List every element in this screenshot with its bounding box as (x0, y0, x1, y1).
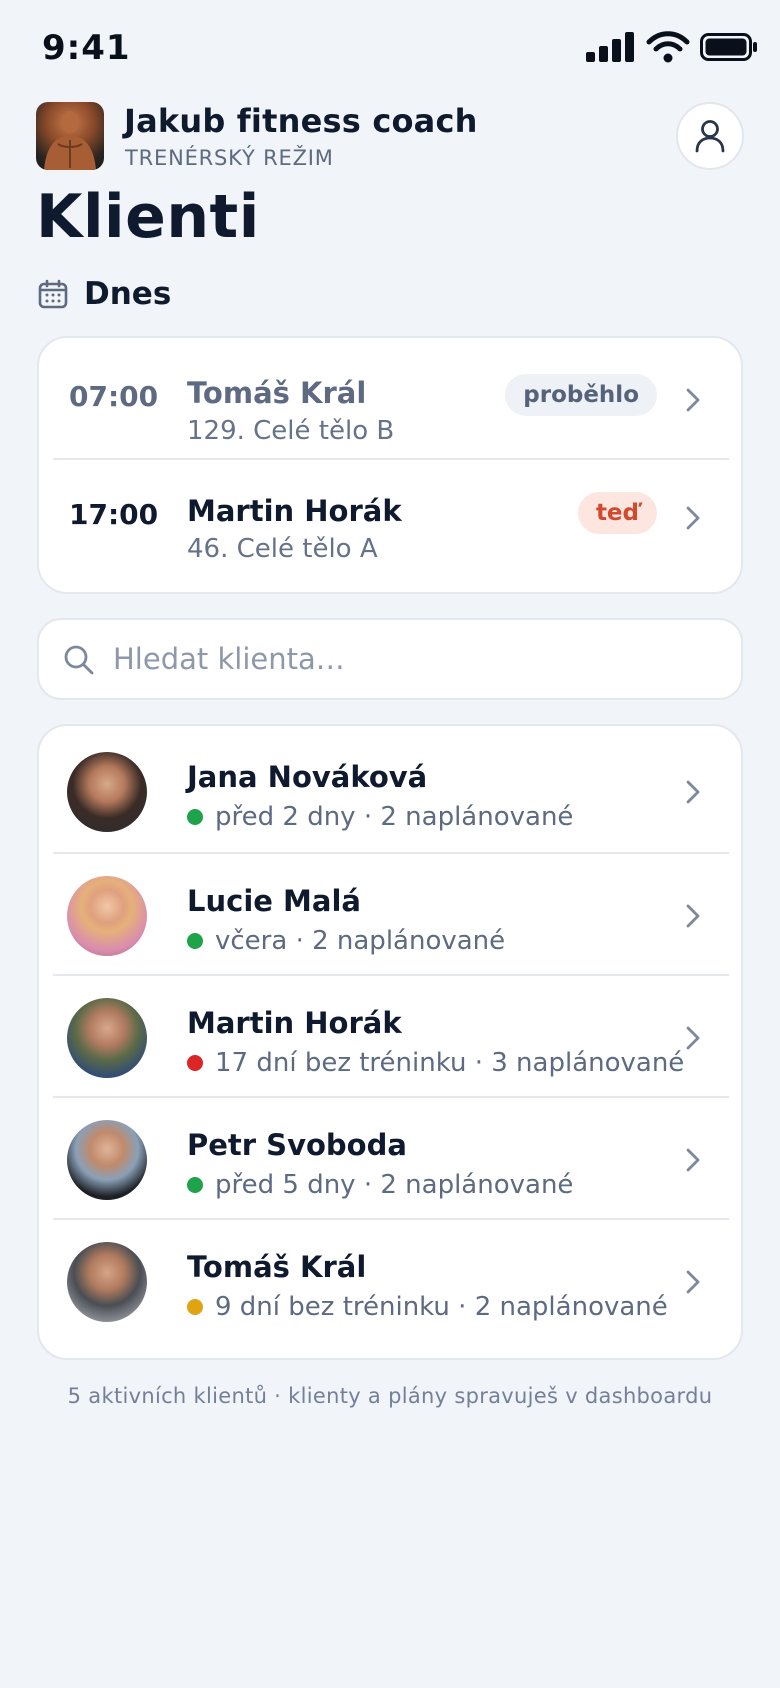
chevron-right-icon (686, 780, 700, 804)
client-status-text: 9 dní bez tréninku · 2 naplánované (215, 1292, 668, 1322)
avatar (67, 876, 147, 956)
client-row[interactable]: Petr Svoboda před 5 dny · 2 naplánované (53, 1096, 729, 1218)
avatar (67, 752, 147, 832)
client-status-text: 17 dní bez tréninku · 3 naplánované (215, 1048, 685, 1078)
client-status: 17 dní bez tréninku · 3 naplánované (187, 1048, 684, 1078)
chevron-right-icon (686, 1148, 700, 1172)
appointment-time: 07:00 (69, 380, 159, 413)
client-row[interactable]: Martin Horák 17 dní bez tréninku · 3 nap… (53, 974, 729, 1096)
avatar (67, 998, 147, 1078)
page-title: Klienti (36, 182, 260, 252)
appointment-client: Martin Horák (187, 494, 402, 528)
user-icon (695, 120, 725, 153)
status-dot (187, 1055, 203, 1071)
client-name: Martin Horák (187, 1006, 402, 1040)
client-status: před 5 dny · 2 naplánované (187, 1170, 573, 1200)
client-status-text: včera · 2 naplánované (215, 926, 506, 956)
chevron-right-icon (686, 388, 700, 412)
client-status-text: před 2 dny · 2 naplánované (215, 802, 574, 832)
appointment-row[interactable]: 07:00 Tomáš Král 129. Celé tělo B proběh… (53, 342, 729, 458)
client-status: včera · 2 naplánované (187, 926, 505, 956)
client-status: 9 dní bez tréninku · 2 naplánované (187, 1292, 668, 1322)
calendar-icon (38, 279, 68, 309)
chevron-right-icon (686, 1270, 700, 1294)
profile-button[interactable] (676, 102, 744, 170)
client-row[interactable]: Lucie Malá včera · 2 naplánované (53, 852, 729, 974)
client-list: Jana Nováková před 2 dny · 2 naplánované… (37, 724, 743, 1360)
client-name: Jana Nováková (187, 760, 428, 794)
appointment-row[interactable]: 17:00 Martin Horák 46. Celé tělo A teď (53, 458, 729, 574)
signal-icon (586, 32, 634, 62)
client-status-text: před 5 dny · 2 naplánované (215, 1170, 574, 1200)
client-name: Tomáš Král (187, 1250, 367, 1284)
status-time: 9:41 (42, 28, 131, 68)
client-search (37, 618, 743, 700)
status-dot (187, 1299, 203, 1315)
client-row[interactable]: Tomáš Král 9 dní bez tréninku · 2 naplán… (53, 1218, 729, 1340)
mode-label: TRENÉRSKÝ REŽIM (125, 146, 334, 170)
battery-icon (700, 33, 757, 61)
search-icon (64, 645, 94, 675)
client-name: Petr Svoboda (187, 1128, 407, 1162)
coach-avatar (36, 102, 104, 170)
client-name: Lucie Malá (187, 884, 361, 918)
client-row[interactable]: Jana Nováková před 2 dny · 2 naplánované (53, 730, 729, 852)
chevron-right-icon (686, 1026, 700, 1050)
app-title: Jakub fitness coach (124, 102, 478, 140)
client-status: před 2 dny · 2 naplánované (187, 802, 573, 832)
today-label: Dnes (84, 276, 172, 312)
status-badge: proběhlo (505, 374, 657, 416)
wifi-icon (646, 31, 690, 63)
search-input[interactable] (113, 630, 713, 688)
today-appointments: 07:00 Tomáš Král 129. Celé tělo B proběh… (37, 336, 743, 594)
appointment-workout: 129. Celé tělo B (187, 416, 395, 446)
status-dot (187, 933, 203, 949)
chevron-right-icon (686, 506, 700, 530)
status-bar: 9:41 (0, 0, 780, 96)
today-section-header: Dnes (38, 276, 171, 312)
appointment-workout: 46. Celé tělo A (187, 534, 378, 564)
status-dot (187, 809, 203, 825)
chevron-right-icon (686, 904, 700, 928)
status-badge: teď (577, 492, 657, 534)
app-header: Jakub fitness coach TRENÉRSKÝ REŽIM (36, 102, 744, 172)
appointment-time: 17:00 (69, 498, 159, 531)
avatar (67, 1120, 147, 1200)
status-dot (187, 1177, 203, 1193)
appointment-client: Tomáš Král (187, 376, 367, 410)
status-icons (586, 30, 758, 64)
avatar (67, 1242, 147, 1322)
footer-note: 5 aktivních klientů · klienty a plány sp… (67, 1384, 713, 1408)
